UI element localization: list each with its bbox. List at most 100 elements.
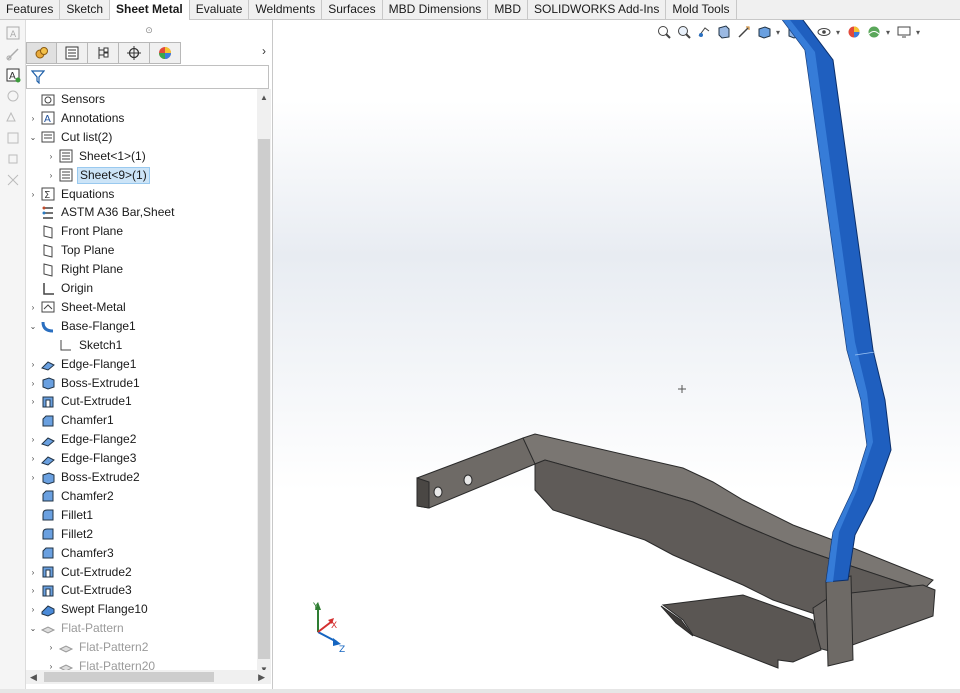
tree-node-sketch1[interactable]: Sketch1 (46, 336, 124, 355)
expand-arrow-icon[interactable]: › (28, 392, 38, 411)
tree-node-cut-extrude2[interactable]: › Cut-Extrude2 (28, 563, 134, 582)
tree-node-sensors[interactable]: Sensors (28, 90, 107, 109)
expand-arrow-icon[interactable]: › (28, 109, 38, 128)
feature-manager-tab[interactable] (26, 42, 57, 64)
tree-node-label: Fillet2 (61, 526, 94, 541)
tab-surfaces[interactable]: Surfaces (322, 0, 383, 20)
tree-node-top-plane[interactable]: Top Plane (28, 241, 116, 260)
view-center-crosshair (678, 385, 686, 393)
tree-node-label: Sheet-Metal (61, 299, 126, 314)
tree-node-boss-extrude2[interactable]: › Boss-Extrude2 (28, 468, 142, 487)
tree-horizontal-scrollbar[interactable]: ◀ ▶ (26, 670, 271, 684)
tab-mbd[interactable]: MBD (488, 0, 528, 20)
selected-swept-flange-body[interactable] (781, 20, 892, 583)
tree-node-base-flange1[interactable]: ⌄ Base-Flange1 (28, 317, 138, 336)
sketch-tool-icon[interactable]: A (5, 25, 21, 41)
tree-node-sheet-metal[interactable]: › Sheet-Metal (28, 298, 128, 317)
configuration-manager-tab[interactable] (88, 42, 119, 64)
tree-node-cut-extrude1[interactable]: › Cut-Extrude1 (28, 392, 134, 411)
tree-node-cut-extrude3[interactable]: › Cut-Extrude3 (28, 581, 134, 600)
datum-target-icon[interactable] (5, 172, 21, 188)
bottom-status-strip (0, 689, 960, 693)
more-tabs-arrow[interactable]: › (262, 44, 266, 58)
tab-weldments[interactable]: Weldments (249, 0, 323, 20)
dimxpert-manager-tab[interactable] (119, 42, 150, 64)
tab-mold-tools[interactable]: Mold Tools (666, 0, 737, 20)
model-canvas[interactable]: Y Z X (273, 20, 960, 693)
tree-node-edge-flange1[interactable]: › Edge-Flange1 (28, 355, 138, 374)
scroll-left-icon[interactable]: ◀ (30, 670, 37, 684)
tree-node-flat-pattern2[interactable]: › Flat-Pattern2 (46, 638, 150, 657)
tab-evaluate[interactable]: Evaluate (190, 0, 250, 20)
tab-solidworks-add-ins[interactable]: SOLIDWORKS Add-Ins (528, 0, 667, 20)
collapse-arrow-icon[interactable]: ⌄ (28, 317, 38, 336)
hscroll-thumb[interactable] (44, 672, 214, 682)
tree-node-right-plane[interactable]: Right Plane (28, 260, 125, 279)
expand-arrow-icon[interactable]: › (28, 600, 38, 619)
expand-arrow-icon[interactable]: › (28, 563, 38, 582)
tree-node-chamfer1[interactable]: Chamfer1 (28, 411, 116, 430)
expand-arrow-icon[interactable]: › (28, 430, 38, 449)
tree-node-annotations[interactable]: › A Annotations (28, 109, 126, 128)
tab-features[interactable]: Features (0, 0, 61, 20)
scroll-up-icon[interactable]: ▲ (257, 91, 271, 105)
expand-arrow-icon[interactable]: › (28, 468, 38, 487)
tab-mbd-dimensions[interactable]: MBD Dimensions (383, 0, 489, 20)
tab-sheet-metal[interactable]: Sheet Metal (110, 0, 190, 21)
left-toolbar-strip: A A (0, 20, 26, 693)
expand-arrow-icon[interactable]: › (28, 449, 38, 468)
expand-arrow-icon[interactable]: › (28, 581, 38, 600)
graphics-area[interactable]: ▾▾▾▾▾ (273, 20, 960, 693)
tree-node-chamfer2[interactable]: Chamfer2 (28, 487, 116, 506)
tree-node-swept-flange10[interactable]: › Swept Flange10 (28, 600, 150, 619)
filter-icon (31, 70, 45, 84)
tree-filter-field[interactable] (26, 65, 269, 89)
collapse-arrow-icon[interactable]: ⌄ (28, 619, 38, 638)
tree-node-chamfer3[interactable]: Chamfer3 (28, 544, 116, 563)
material-icon (42, 206, 53, 219)
expand-arrow-icon[interactable]: › (46, 638, 56, 657)
tree-node-front-plane[interactable]: Front Plane (28, 222, 125, 241)
expand-arrow-icon[interactable]: › (46, 147, 56, 166)
tree-node-edge-flange3[interactable]: › Edge-Flange3 (28, 449, 138, 468)
note-icon[interactable]: A (5, 67, 21, 83)
display-manager-tab[interactable] (150, 42, 181, 64)
chamfer-icon (42, 490, 54, 502)
collapse-arrow-icon[interactable]: ⌄ (28, 128, 38, 147)
flat-pattern-icon (40, 626, 56, 634)
surface-finish-icon[interactable] (5, 109, 21, 125)
datum-feature-icon[interactable] (5, 151, 21, 167)
expand-arrow-icon[interactable]: › (28, 355, 38, 374)
tab-sketch[interactable]: Sketch (60, 0, 111, 20)
tree-node-equations[interactable]: › Σ Equations (28, 185, 116, 204)
cut-extrude-icon (42, 396, 54, 408)
tree-node-fillet2[interactable]: Fillet2 (28, 525, 95, 544)
svg-text:A: A (9, 71, 16, 82)
tree-node-sheet-9-1[interactable]: › Sheet<9>(1) (46, 166, 150, 185)
sheet-metal-part[interactable] (416, 433, 936, 669)
smart-dimension-icon[interactable] (5, 46, 21, 62)
expand-arrow-icon[interactable]: › (28, 374, 38, 393)
tree-node-label: Sensors (61, 92, 106, 106)
chamfer-icon (42, 415, 54, 427)
tree-node-flat-pattern[interactable]: ⌄ Flat-Pattern (28, 619, 126, 638)
tree-vertical-scrollbar[interactable]: ▲ ▼ (257, 89, 271, 679)
balloon-icon[interactable] (5, 88, 21, 104)
tree-node-sheet-1-1[interactable]: › Sheet<1>(1) (46, 147, 148, 166)
tree-node-fillet1[interactable]: Fillet1 (28, 506, 95, 525)
tree-node-cut-list-2[interactable]: ⌄ Cut list(2) (28, 128, 114, 147)
fillet-icon (42, 509, 54, 521)
tree-node-astm-a36-bar-sheet[interactable]: ASTM A36 Bar,Sheet (28, 203, 176, 222)
tree-node-edge-flange2[interactable]: › Edge-Flange2 (28, 430, 138, 449)
property-manager-tab[interactable] (57, 42, 88, 64)
scroll-right-icon[interactable]: ▶ (258, 670, 265, 684)
expand-arrow-icon[interactable]: › (46, 166, 56, 185)
expand-arrow-icon[interactable]: › (28, 298, 38, 317)
tree-node-boss-extrude1[interactable]: › Boss-Extrude1 (28, 374, 142, 393)
panel-grip[interactable]: ⊙ (26, 20, 272, 40)
expand-arrow-icon[interactable]: › (28, 185, 38, 204)
weld-symbol-icon[interactable] (5, 130, 21, 146)
tree-node-origin[interactable]: Origin (28, 279, 95, 298)
scroll-thumb[interactable] (258, 139, 270, 659)
tree-node-label: Edge-Flange3 (61, 451, 137, 466)
